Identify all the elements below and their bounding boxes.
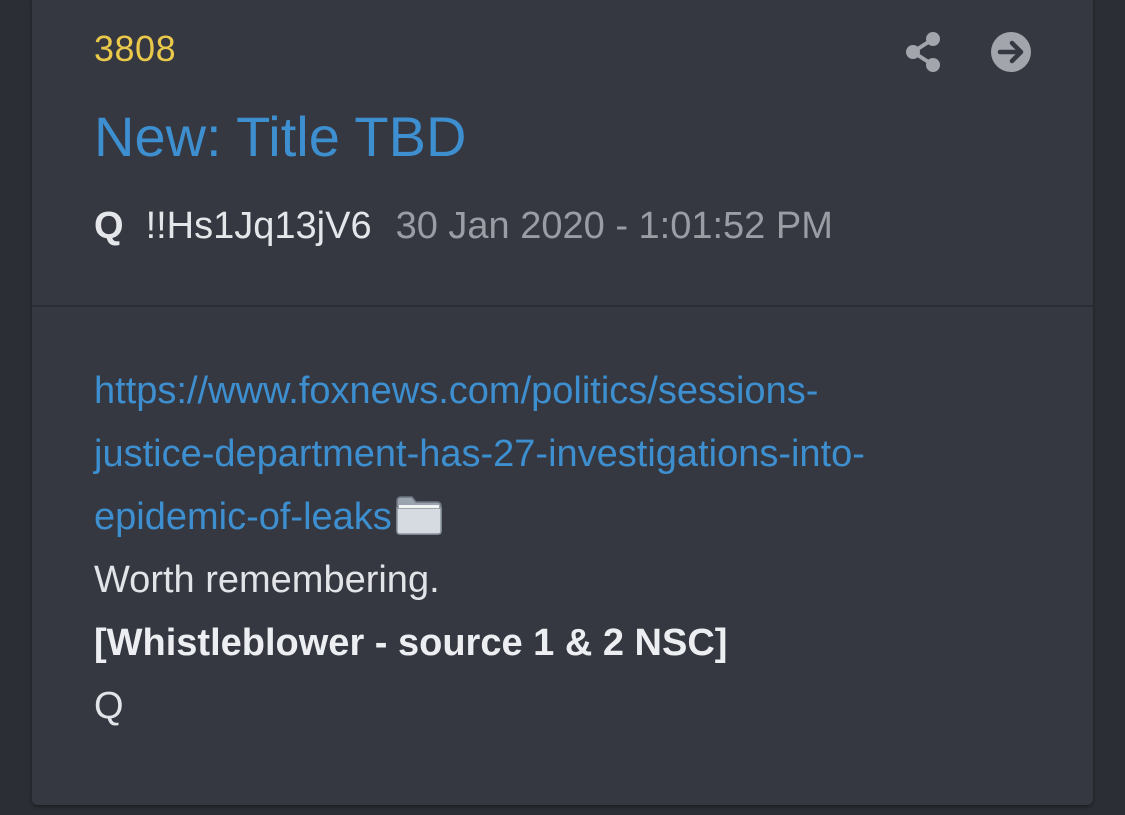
post-title-link[interactable]: New: Title TBD [94,104,466,169]
link-paragraph: https://www.foxnews.com/politics/session… [94,360,1054,549]
post-meta: Q !!Hs1Jq13jV6 30 Jan 2020 - 1:01:52 PM [94,205,833,253]
link-line-2: justice-department-has-27-investigations… [94,433,865,475]
arrow-right-circle-icon [991,32,1031,72]
link-line-3: epidemic-of-leaks [94,496,392,538]
post-card: 3808 New: Title TBD Q !!Hs1Jq13jV6 30 Ja… [32,0,1093,805]
article-link[interactable]: https://www.foxnews.com/politics/session… [94,370,865,538]
share-button[interactable] [902,30,946,74]
post-signature: Q [94,685,124,727]
post-number: 3808 [94,28,177,69]
author-name: Q [94,205,124,247]
tripcode: !!Hs1Jq13jV6 [145,205,372,247]
post-timestamp: 30 Jan 2020 - 1:01:52 PM [395,205,833,247]
text-whistleblower: [Whistleblower - source 1 & 2 NSC] [94,622,728,664]
share-icon [906,32,940,72]
post-header: 3808 New: Title TBD Q !!Hs1Jq13jV6 30 Ja… [32,0,1093,307]
post-body: https://www.foxnews.com/politics/session… [94,360,1054,738]
folder-icon[interactable] [394,493,444,537]
link-line-1: https://www.foxnews.com/politics/session… [94,370,819,412]
go-to-post-button[interactable] [989,30,1033,74]
text-worth-remembering: Worth remembering. [94,559,440,601]
